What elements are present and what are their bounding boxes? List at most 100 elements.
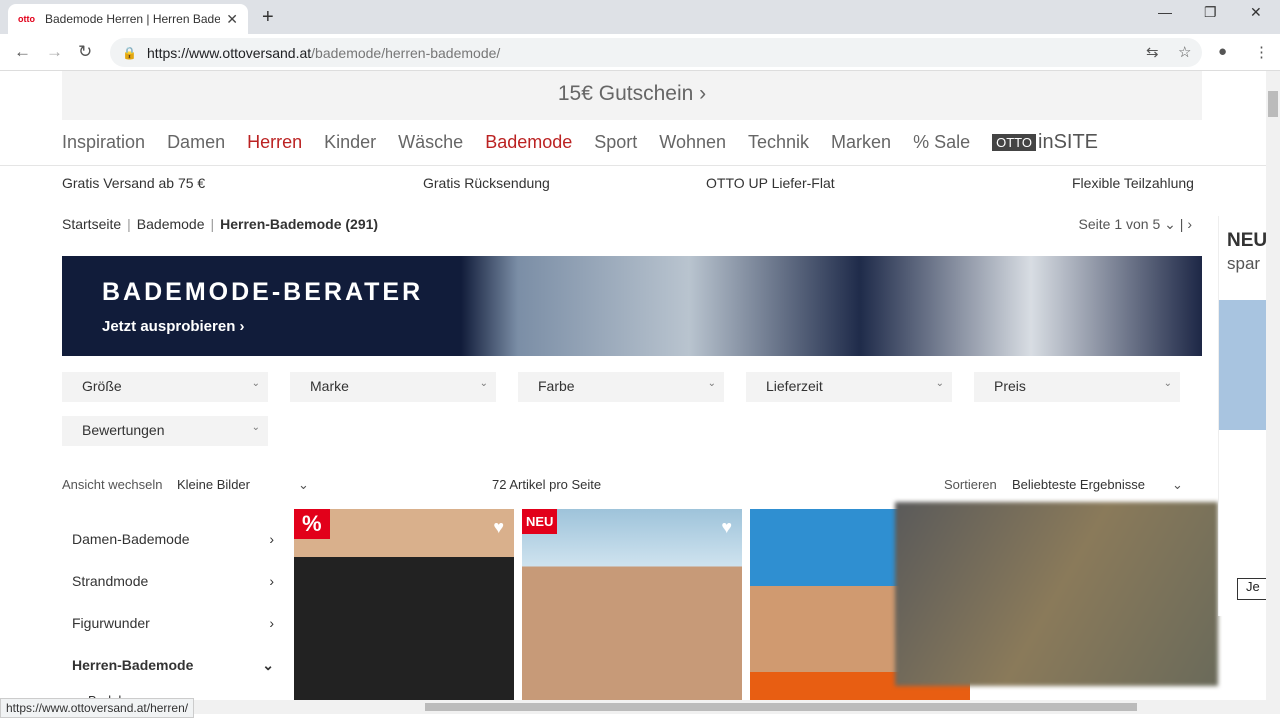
nav-item-kinder[interactable]: Kinder	[324, 132, 376, 153]
minimize-icon[interactable]: —	[1158, 4, 1172, 20]
advisor-banner[interactable]: BADEMODE-BERATER Jetzt ausprobieren ›	[62, 256, 1202, 356]
nav-item-wohnen[interactable]: Wohnen	[659, 132, 726, 153]
reload-icon[interactable]: ↻	[78, 42, 92, 62]
browser-tab-strip: otto Bademode Herren | Herren Bade ✕ + —…	[0, 0, 1280, 34]
pagination: Seite 1 von 5 ⌄ | ›	[1079, 216, 1192, 233]
banner-cta[interactable]: Jetzt ausprobieren ›	[102, 318, 245, 335]
page-content: 15€ Gutschein › Inspiration Damen Herren…	[0, 71, 1266, 700]
chevron-right-icon: ›	[269, 615, 274, 631]
scrollbar-thumb[interactable]	[425, 703, 1137, 711]
side-advertisement[interactable]: NEU spar Je	[1218, 216, 1266, 616]
otto-favicon-icon: otto	[18, 14, 35, 24]
sort-select[interactable]: Beliebteste Ergebnisse	[1012, 477, 1145, 492]
usp-shipping[interactable]: Gratis Versand ab 75 €	[62, 175, 205, 191]
tab-title: Bademode Herren | Herren Bade	[45, 12, 221, 26]
close-tab-icon[interactable]: ✕	[226, 11, 238, 28]
product-card-1[interactable]: % ♥	[294, 509, 514, 700]
chevron-down-icon[interactable]: ⌄	[298, 477, 309, 493]
filter-label: Größe	[82, 378, 122, 394]
sort-label: Sortieren	[944, 477, 997, 492]
view-label: Ansicht wechseln	[62, 477, 163, 492]
chevron-down-icon: ⌄	[262, 656, 274, 673]
filter-ratings[interactable]: Bewertungen ⌄	[62, 416, 268, 446]
sidebar-item-label: Strandmode	[72, 573, 149, 589]
insite-logo[interactable]: inSITE	[1038, 131, 1098, 154]
url-path: /bademode/herren-bademode/	[311, 44, 501, 61]
product-card-2[interactable]: NEU ♥	[522, 509, 742, 700]
category-sidebar: Damen-Bademode › Strandmode › Figurwunder ›…	[62, 518, 284, 700]
chevron-down-icon: ⌄	[935, 378, 944, 389]
nav-item-inspiration[interactable]: Inspiration	[62, 132, 145, 153]
breadcrumb: Startseite | Bademode | Herren-Bademode …	[62, 216, 378, 232]
usp-flat[interactable]: OTTO UP Liefer-Flat	[706, 175, 835, 191]
back-icon[interactable]: ←	[14, 42, 31, 62]
ad-title: NEU	[1227, 230, 1266, 251]
filter-size[interactable]: Größe ⌄	[62, 372, 268, 402]
filter-label: Farbe	[538, 378, 575, 394]
sidebar-item-figurwunder[interactable]: Figurwunder ›	[62, 602, 284, 644]
nav-divider	[0, 165, 1266, 166]
nav-item-waesche[interactable]: Wäsche	[398, 132, 463, 153]
chevron-down-icon: ⌄	[479, 378, 488, 389]
filter-delivery[interactable]: Lieferzeit ⌄	[746, 372, 952, 402]
ad-button[interactable]: Je	[1237, 578, 1266, 600]
browser-tab[interactable]: otto Bademode Herren | Herren Bade ✕	[8, 4, 248, 34]
main-navigation: Inspiration Damen Herren Kinder Wäsche B…	[62, 127, 1202, 157]
nav-item-marken[interactable]: Marken	[831, 132, 891, 153]
vertical-scrollbar[interactable]	[1266, 71, 1280, 700]
star-icon[interactable]: ☆	[1178, 43, 1191, 61]
breadcrumb-bademode[interactable]: Bademode	[137, 216, 205, 232]
wishlist-heart-icon[interactable]: ♥	[493, 517, 504, 538]
menu-dots-icon[interactable]: ⋮	[1254, 43, 1269, 61]
view-select[interactable]: Kleine Bilder	[177, 477, 250, 492]
filter-color[interactable]: Farbe ⌄	[518, 372, 724, 402]
nav-item-herren[interactable]: Herren	[247, 132, 302, 153]
chevron-down-icon: ⌄	[1163, 378, 1172, 389]
filter-label: Lieferzeit	[766, 378, 823, 394]
nav-item-damen[interactable]: Damen	[167, 132, 225, 153]
filter-brand[interactable]: Marke ⌄	[290, 372, 496, 402]
sidebar-item-label: Damen-Bademode	[72, 531, 190, 547]
breadcrumb-separator: |	[127, 216, 131, 232]
forward-icon[interactable]: →	[46, 42, 63, 62]
sale-badge: %	[294, 509, 330, 539]
scrollbar-thumb[interactable]	[1268, 91, 1278, 117]
sidebar-item-herren-bademode[interactable]: Herren-Bademode ⌄	[62, 644, 284, 686]
usp-installments[interactable]: Flexible Teilzahlung	[1072, 175, 1194, 191]
blurred-overlay	[895, 502, 1218, 686]
sidebar-item-damen-bademode[interactable]: Damen-Bademode ›	[62, 518, 284, 560]
sidebar-item-strandmode[interactable]: Strandmode ›	[62, 560, 284, 602]
per-page-select[interactable]: 72 Artikel pro Seite	[492, 477, 601, 492]
close-window-icon[interactable]: ✕	[1250, 4, 1262, 21]
ad-image	[1219, 300, 1266, 430]
chevron-down-icon[interactable]: ⌄	[1172, 477, 1183, 493]
translate-icon[interactable]: ⇆	[1146, 43, 1159, 61]
nav-item-technik[interactable]: Technik	[748, 132, 809, 153]
breadcrumb-home[interactable]: Startseite	[62, 216, 121, 232]
pager-label: Seite	[1078, 216, 1111, 232]
address-bar-row: ← → ↻ 🔒 https://www.ottoversand.at /bade…	[0, 34, 1280, 71]
breadcrumb-separator: |	[210, 216, 215, 232]
filter-label: Bewertungen	[82, 422, 165, 438]
pager-select[interactable]: 1 von 5	[1114, 216, 1160, 232]
filter-price[interactable]: Preis ⌄	[974, 372, 1180, 402]
ad-subtitle: spar	[1227, 254, 1261, 273]
nav-item-sport[interactable]: Sport	[594, 132, 637, 153]
account-icon[interactable]: ●	[1218, 43, 1227, 60]
chevron-right-icon: ›	[269, 573, 274, 589]
wishlist-heart-icon[interactable]: ♥	[721, 517, 732, 538]
pager-next[interactable]: ›	[1187, 216, 1192, 232]
usp-returns[interactable]: Gratis Rücksendung	[423, 175, 550, 191]
banner-title: BADEMODE-BERATER	[102, 278, 424, 306]
nav-item-bademode[interactable]: Bademode	[485, 132, 572, 153]
nav-item-sale[interactable]: % Sale	[913, 132, 970, 153]
url-field[interactable]: 🔒 https://www.ottoversand.at /bademode/h…	[110, 38, 1202, 67]
restore-icon[interactable]: ❐	[1204, 4, 1217, 21]
chevron-right-icon: ›	[269, 531, 274, 547]
new-tab-button[interactable]: +	[262, 6, 274, 29]
pager-separator: |	[1179, 216, 1184, 232]
voucher-banner[interactable]: 15€ Gutschein ›	[62, 71, 1202, 120]
chevron-down-icon[interactable]: ⌄	[1164, 216, 1176, 232]
chevron-down-icon: ⌄	[707, 378, 716, 389]
otto-logo[interactable]: OTTO	[992, 133, 1036, 151]
